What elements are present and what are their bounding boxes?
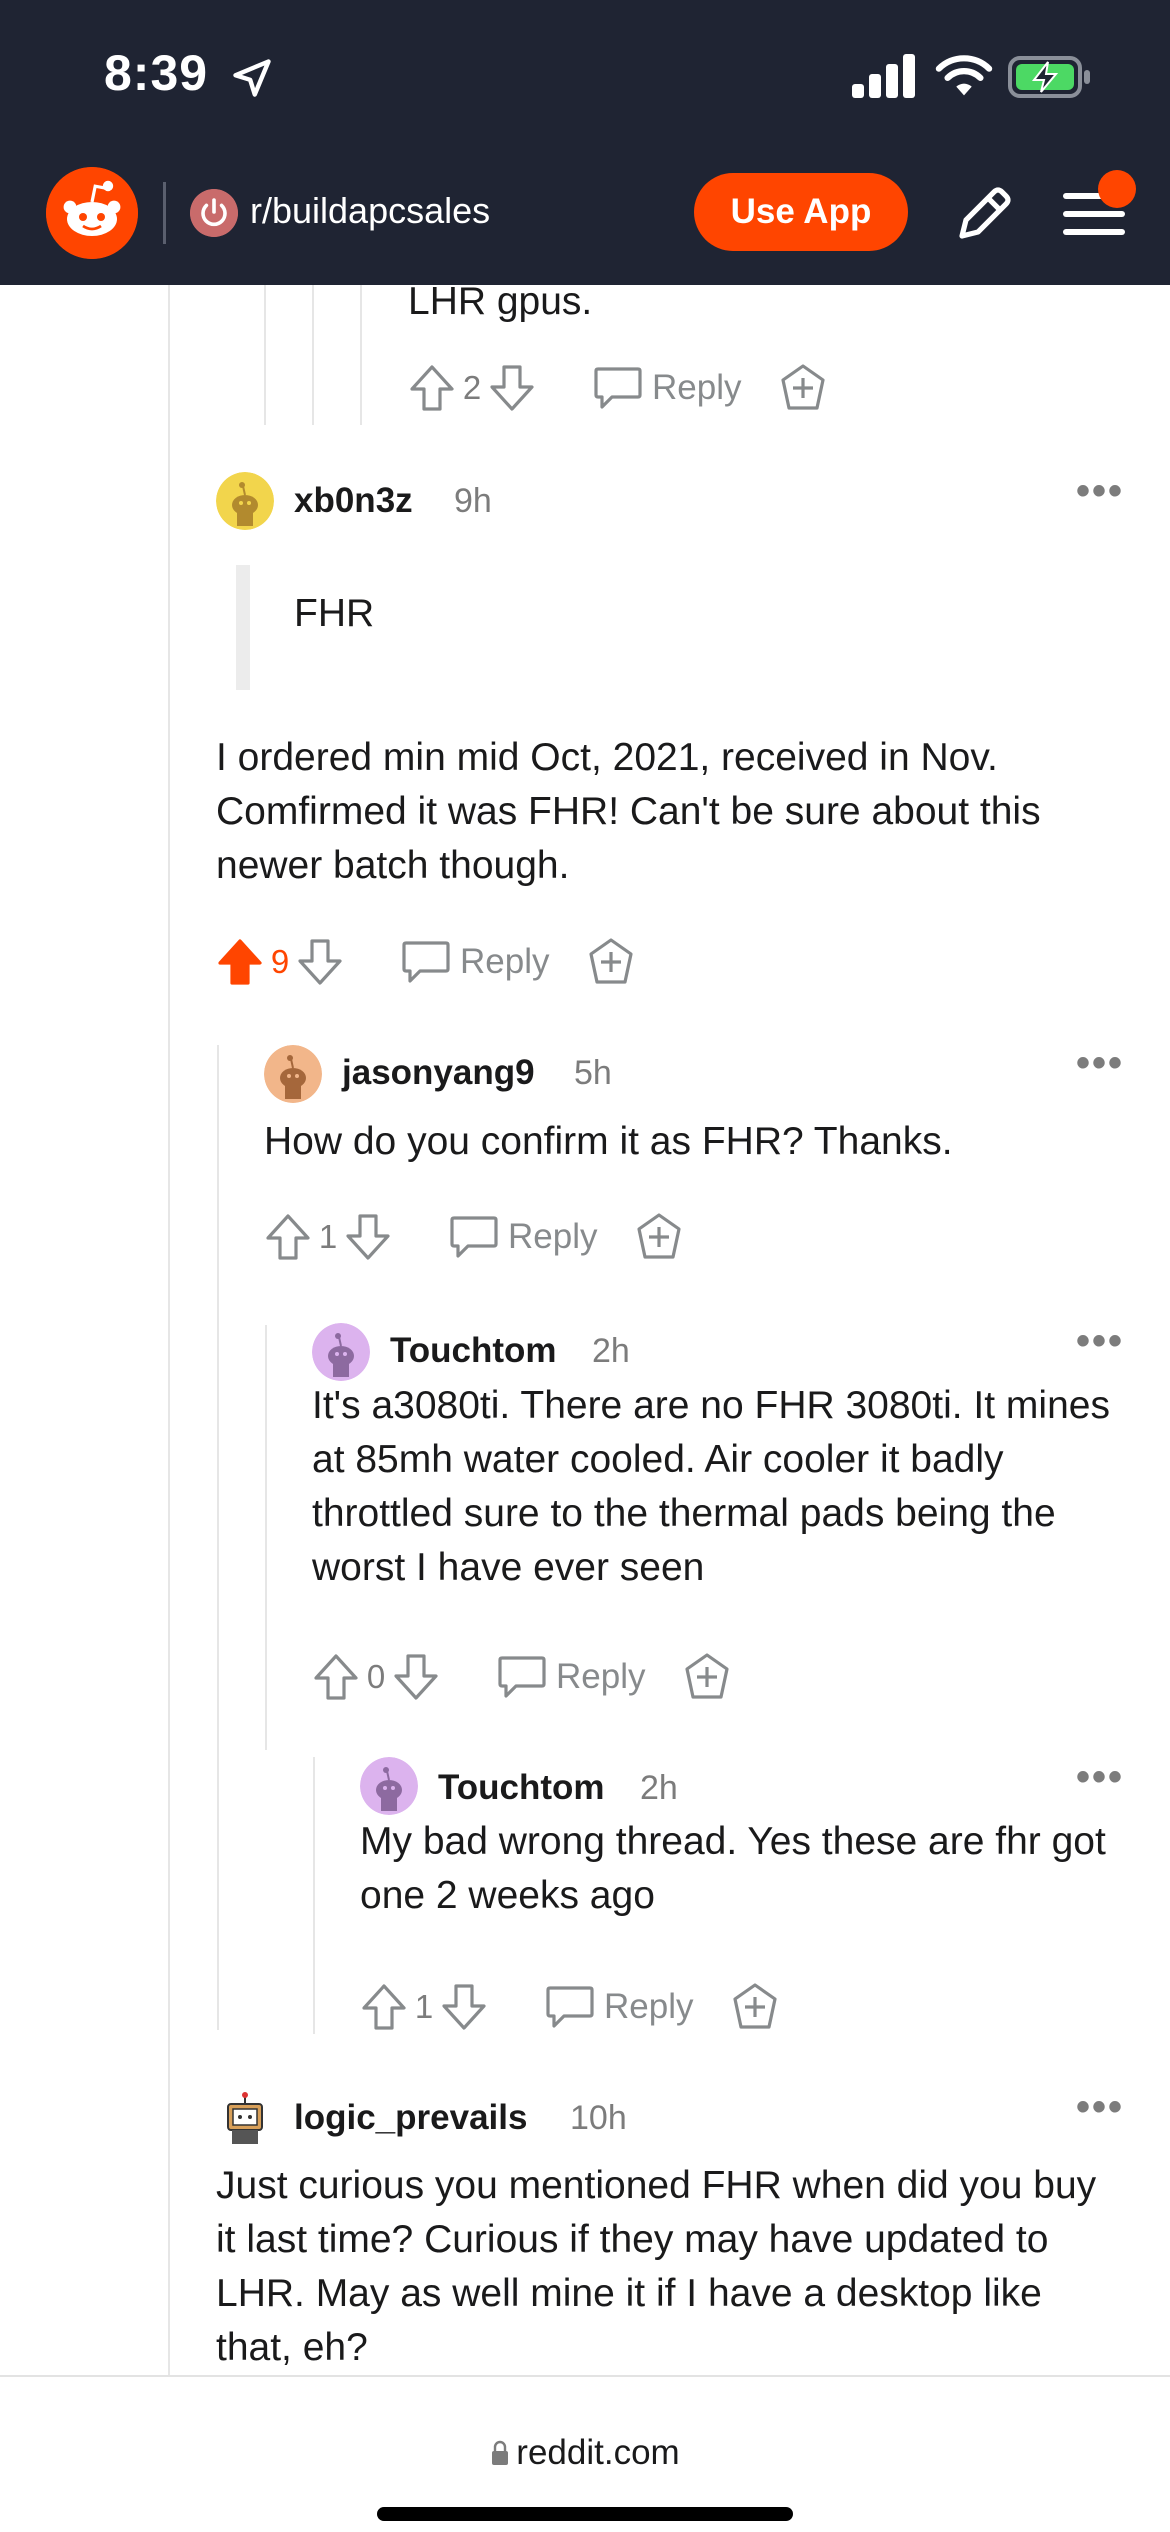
reply-label: Reply xyxy=(508,1217,598,1256)
comment-body: How do you confirm it as FHR? Thanks. xyxy=(264,1120,953,1163)
wifi-icon xyxy=(935,55,993,96)
vote-score: 1 xyxy=(318,1218,338,1255)
reply-icon xyxy=(450,1216,498,1258)
reply-icon xyxy=(402,941,450,983)
award-icon[interactable] xyxy=(681,1651,733,1703)
quoted-text: FHR xyxy=(294,592,375,635)
subreddit-power-icon[interactable] xyxy=(190,189,238,237)
more-options-icon[interactable]: ••• xyxy=(1076,1041,1124,1086)
reply-button[interactable]: Reply xyxy=(592,365,741,411)
comment-time: 5h xyxy=(574,1054,612,1092)
avatar[interactable] xyxy=(360,1757,418,1815)
lock-icon xyxy=(492,2440,509,2465)
url-container: reddit.com xyxy=(0,2433,1170,2473)
comment-actions: 9 Reply xyxy=(216,932,637,992)
upvote-icon[interactable] xyxy=(264,1212,312,1262)
award-icon[interactable] xyxy=(633,1211,685,1263)
use-app-button[interactable]: Use App xyxy=(694,173,908,251)
upvote-icon[interactable] xyxy=(408,363,456,413)
comment-body: LHR gpus. xyxy=(408,285,593,323)
downvote-icon[interactable] xyxy=(488,363,536,413)
cellular-signal-icon xyxy=(852,54,915,98)
url-text: reddit.com xyxy=(516,2433,680,2472)
notification-dot xyxy=(1098,170,1136,208)
comment-body: I ordered min mid Oct, 2021, received in… xyxy=(216,736,1041,887)
vote-score: 1 xyxy=(414,1988,434,2025)
comment-body: My bad wrong thread. Yes these are fhr g… xyxy=(360,1820,1106,1917)
reply-button[interactable]: Reply xyxy=(400,939,549,985)
reddit-logo[interactable] xyxy=(46,167,138,259)
subreddit-name[interactable]: r/buildapcsales xyxy=(250,190,490,232)
pencil-icon[interactable] xyxy=(950,180,1018,248)
more-options-icon[interactable]: ••• xyxy=(1076,469,1124,514)
thread-line xyxy=(265,1325,267,1750)
avatar[interactable] xyxy=(312,1323,370,1381)
quote-bar xyxy=(236,565,250,690)
vote-score: 0 xyxy=(366,1658,386,1695)
comment-actions: 1 Reply xyxy=(360,1977,781,2037)
comment-time: 2h xyxy=(592,1332,630,1370)
header-divider xyxy=(163,182,166,244)
comment-actions: 1 Reply xyxy=(264,1207,685,1267)
reply-label: Reply xyxy=(556,1657,646,1696)
avatar[interactable] xyxy=(216,2090,274,2148)
vote-score: 9 xyxy=(270,943,290,980)
username[interactable]: jasonyang9 xyxy=(342,1053,535,1093)
award-icon[interactable] xyxy=(585,936,637,988)
vote-score: 2 xyxy=(462,369,482,406)
browser-url-bar[interactable]: reddit.com xyxy=(0,2375,1170,2532)
reply-button[interactable]: Reply xyxy=(496,1654,645,1700)
upvote-icon[interactable] xyxy=(312,1652,360,1702)
comment-time: 9h xyxy=(454,482,492,520)
award-icon[interactable] xyxy=(777,362,829,414)
comment-time: 10h xyxy=(570,2099,627,2137)
award-icon[interactable] xyxy=(729,1981,781,2033)
upvote-icon[interactable] xyxy=(360,1982,408,2032)
username[interactable]: Touchtom xyxy=(438,1768,605,1808)
thread-line xyxy=(217,1045,219,2030)
comment-actions: 2 Reply xyxy=(408,358,829,418)
reply-label: Reply xyxy=(604,1987,694,2026)
location-arrow-icon xyxy=(233,59,271,97)
reply-icon xyxy=(594,367,642,409)
username[interactable]: logic_prevails xyxy=(294,2098,527,2138)
reply-button[interactable]: Reply xyxy=(544,1984,693,2030)
comment-body: Just curious you mentioned FHR when did … xyxy=(216,2164,1097,2369)
username[interactable]: Touchtom xyxy=(390,1331,557,1371)
thread-line xyxy=(360,285,362,425)
reply-label: Reply xyxy=(460,942,550,981)
status-time: 8:39 xyxy=(104,45,209,101)
thread-line xyxy=(313,1757,315,2034)
reply-label: Reply xyxy=(652,368,742,407)
more-options-icon[interactable]: ••• xyxy=(1076,1755,1124,1800)
downvote-icon[interactable] xyxy=(392,1652,440,1702)
reply-button[interactable]: Reply xyxy=(448,1214,597,1260)
reply-icon xyxy=(546,1986,594,2028)
home-indicator[interactable] xyxy=(377,2507,793,2521)
avatar[interactable] xyxy=(216,472,274,530)
thread-line xyxy=(264,285,266,425)
avatar[interactable] xyxy=(264,1045,322,1103)
username[interactable]: xb0n3z xyxy=(294,481,413,521)
more-options-icon[interactable]: ••• xyxy=(1076,2085,1124,2130)
thread-line xyxy=(312,285,314,425)
downvote-icon[interactable] xyxy=(344,1212,392,1262)
comment-time: 2h xyxy=(640,1769,678,1807)
comment-body: It's a3080ti. There are no FHR 3080ti. I… xyxy=(312,1384,1110,1589)
downvote-icon[interactable] xyxy=(440,1982,488,2032)
thread-line xyxy=(168,285,170,2375)
comment-thread: LHR gpus. 2 Reply xb0n3z 9h ••• FHR I or… xyxy=(0,285,1170,2375)
comment-actions: 0 Reply xyxy=(312,1647,733,1707)
upvote-icon[interactable] xyxy=(216,937,264,987)
top-bar: 8:39 r/buildapcsales Use App xyxy=(0,0,1170,285)
more-options-icon[interactable]: ••• xyxy=(1076,1319,1124,1364)
battery-charging-icon xyxy=(1008,56,1090,98)
downvote-icon[interactable] xyxy=(296,937,344,987)
reply-icon xyxy=(498,1656,546,1698)
